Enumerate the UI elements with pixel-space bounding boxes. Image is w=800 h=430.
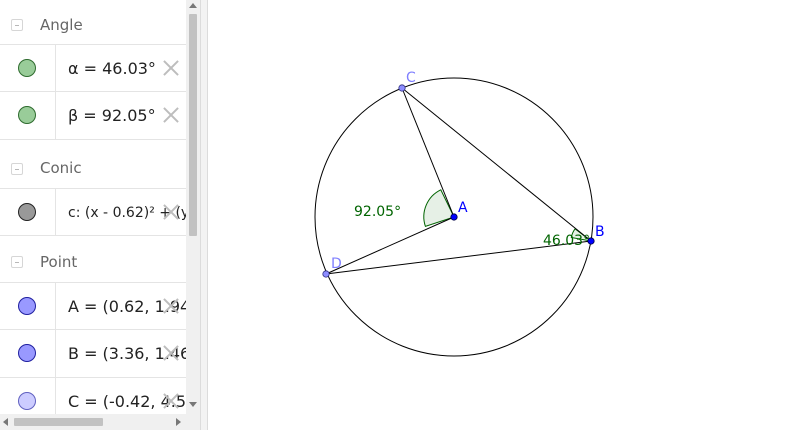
- group-header-angle[interactable]: Angle: [0, 0, 186, 46]
- marble-cell: [0, 92, 56, 139]
- scroll-up-icon[interactable]: [189, 3, 197, 8]
- point-label-b: B: [595, 224, 605, 240]
- algebra-item-text[interactable]: β = 92.05°: [68, 106, 156, 125]
- algebra-item-point-a[interactable]: A = (0.62, 1.94): [0, 282, 186, 330]
- collapse-icon[interactable]: [11, 163, 23, 175]
- delete-icon[interactable]: [162, 297, 180, 315]
- segment-ca[interactable]: [401, 87, 455, 218]
- visibility-toggle-icon[interactable]: [18, 392, 36, 410]
- horizontal-scrollbar[interactable]: [0, 414, 186, 430]
- horizontal-scroll-thumb[interactable]: [14, 418, 103, 426]
- point-label-d: D: [331, 256, 342, 272]
- view-splitter[interactable]: [200, 0, 208, 430]
- visibility-toggle-icon[interactable]: [18, 344, 36, 362]
- algebra-view: Angle α = 46.03° β = 92.05° Conic c: (x …: [0, 0, 186, 414]
- angle-sector-beta[interactable]: [423, 189, 455, 228]
- angle-label-beta: 92.05°: [354, 204, 401, 220]
- scroll-down-icon[interactable]: [189, 402, 197, 407]
- visibility-toggle-icon[interactable]: [18, 106, 36, 124]
- point-c[interactable]: [398, 84, 406, 92]
- delete-icon[interactable]: [162, 106, 180, 124]
- point-d[interactable]: [322, 270, 330, 278]
- algebra-item-text[interactable]: α = 46.03°: [68, 59, 156, 78]
- point-label-a: A: [458, 200, 468, 216]
- delete-icon[interactable]: [162, 59, 180, 77]
- group-header-conic[interactable]: Conic: [0, 142, 186, 188]
- graphics-view[interactable]: 92.05° 46.03° A B C D: [208, 0, 800, 430]
- scroll-right-icon[interactable]: [176, 418, 181, 426]
- angle-label-alpha: 46.03°: [543, 233, 590, 249]
- algebra-item-point-c[interactable]: C = (-0.42, 4.5: [0, 378, 186, 414]
- group-header-point[interactable]: Point: [0, 236, 186, 282]
- algebra-item-conic-c[interactable]: c: (x - 0.62)² + (y: [0, 188, 186, 236]
- group-label-angle: Angle: [40, 16, 83, 34]
- visibility-toggle-icon[interactable]: [18, 203, 36, 221]
- visibility-toggle-icon[interactable]: [18, 297, 36, 315]
- algebra-item-alpha[interactable]: α = 46.03°: [0, 44, 186, 92]
- vertical-scroll-thumb[interactable]: [189, 14, 197, 236]
- group-label-conic: Conic: [40, 159, 82, 177]
- graphics-canvas[interactable]: 92.05° 46.03° A B C D: [208, 0, 800, 430]
- segment-da[interactable]: [325, 216, 455, 275]
- algebra-item-point-b[interactable]: B = (3.36, 1.46): [0, 330, 186, 378]
- vertical-scrollbar[interactable]: [186, 0, 200, 414]
- marble-cell: [0, 189, 56, 235]
- collapse-icon[interactable]: [11, 256, 23, 268]
- scrollbar-corner: [186, 414, 200, 430]
- marble-cell: [0, 283, 56, 329]
- marble-cell: [0, 330, 56, 377]
- delete-icon[interactable]: [162, 203, 180, 221]
- delete-icon[interactable]: [162, 392, 180, 410]
- algebra-item-beta[interactable]: β = 92.05°: [0, 92, 186, 140]
- collapse-icon[interactable]: [11, 19, 23, 31]
- marble-cell: [0, 45, 56, 91]
- delete-icon[interactable]: [162, 344, 180, 362]
- visibility-toggle-icon[interactable]: [18, 59, 36, 77]
- marble-cell: [0, 378, 56, 414]
- point-b[interactable]: [587, 237, 595, 245]
- point-label-c: C: [406, 70, 416, 86]
- scroll-left-icon[interactable]: [3, 418, 8, 426]
- group-label-point: Point: [40, 253, 78, 271]
- point-a[interactable]: [450, 213, 458, 221]
